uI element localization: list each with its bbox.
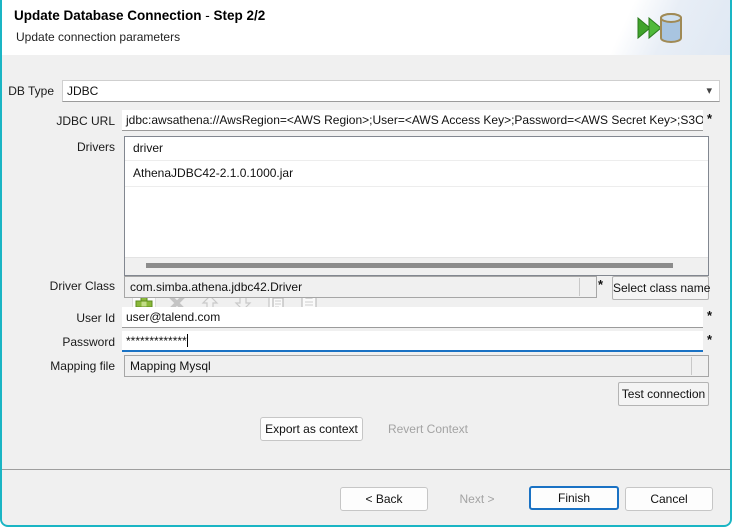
dialog-header: Update Database Connection - Step 2/2 Up… bbox=[2, 0, 730, 56]
mapping-file-value: Mapping Mysql bbox=[130, 359, 211, 373]
user-id-required-marker: * bbox=[707, 308, 713, 323]
db-type-value: JDBC bbox=[67, 84, 99, 98]
drivers-horizontal-scrollbar[interactable] bbox=[125, 257, 708, 275]
jdbc-url-label: JDBC URL bbox=[56, 114, 115, 128]
db-type-combo[interactable]: JDBC ▾ bbox=[62, 80, 720, 102]
page-title-main: Update Database Connection bbox=[14, 8, 202, 23]
table-row[interactable]: AthenaJDBC42-2.1.0.1000.jar bbox=[125, 160, 708, 187]
mapping-file-label: Mapping file bbox=[50, 359, 115, 373]
drivers-column-header: driver bbox=[125, 137, 708, 160]
user-id-input[interactable]: user@talend.com bbox=[122, 307, 703, 328]
back-button[interactable]: < Back bbox=[340, 487, 428, 511]
next-button[interactable]: Next > bbox=[433, 487, 521, 511]
page-title-step: Step 2/2 bbox=[213, 8, 266, 23]
revert-context-button[interactable]: Revert Context bbox=[381, 417, 475, 441]
page-subtitle: Update connection parameters bbox=[16, 30, 181, 44]
user-id-label: User Id bbox=[76, 311, 115, 325]
driver-class-value: com.simba.athena.jdbc42.Driver bbox=[130, 280, 303, 294]
user-id-value: user@talend.com bbox=[126, 310, 221, 324]
test-connection-button[interactable]: Test connection bbox=[618, 382, 709, 406]
finish-button[interactable]: Finish bbox=[529, 486, 619, 510]
password-input[interactable]: ************* bbox=[122, 331, 703, 352]
drivers-label: Drivers bbox=[77, 140, 115, 154]
password-value: ************* bbox=[126, 334, 187, 348]
mapping-file-input[interactable]: Mapping Mysql bbox=[124, 355, 709, 377]
export-as-context-button[interactable]: Export as context bbox=[260, 417, 363, 441]
dialog-body: DB Type JDBC ▾ JDBC URL jdbc:awsathena:/… bbox=[2, 55, 730, 469]
chevron-down-icon: ▾ bbox=[706, 85, 712, 97]
password-required-marker: * bbox=[707, 332, 713, 347]
scrollbar-thumb[interactable] bbox=[146, 263, 673, 268]
page-title-dash: - bbox=[201, 8, 214, 23]
driver-class-required-marker: * bbox=[598, 277, 604, 292]
text-caret bbox=[186, 334, 188, 347]
jdbc-url-input[interactable]: jdbc:awsathena://AwsRegion=<AWS Region>;… bbox=[122, 110, 703, 131]
driver-class-label: Driver Class bbox=[49, 279, 115, 293]
dialog-footer: < Back Next > Finish Cancel bbox=[2, 469, 730, 524]
drivers-table[interactable]: driver AthenaJDBC42-2.1.0.1000.jar bbox=[124, 136, 709, 276]
database-import-icon bbox=[637, 13, 682, 43]
password-label: Password bbox=[62, 335, 115, 349]
db-type-label: DB Type bbox=[8, 84, 54, 98]
driver-class-field-separator bbox=[579, 278, 580, 296]
jdbc-url-value: jdbc:awsathena://AwsRegion=<AWS Region>;… bbox=[126, 113, 703, 127]
cancel-button[interactable]: Cancel bbox=[625, 487, 713, 511]
update-database-connection-dialog: Update Database Connection - Step 2/2 Up… bbox=[0, 0, 732, 527]
jdbc-url-required-marker: * bbox=[707, 111, 713, 126]
driver-class-input[interactable]: com.simba.athena.jdbc42.Driver bbox=[124, 276, 597, 298]
page-title: Update Database Connection - Step 2/2 bbox=[14, 8, 265, 23]
mapping-file-field-separator bbox=[691, 357, 692, 375]
select-class-name-button[interactable]: Select class name bbox=[612, 276, 710, 300]
